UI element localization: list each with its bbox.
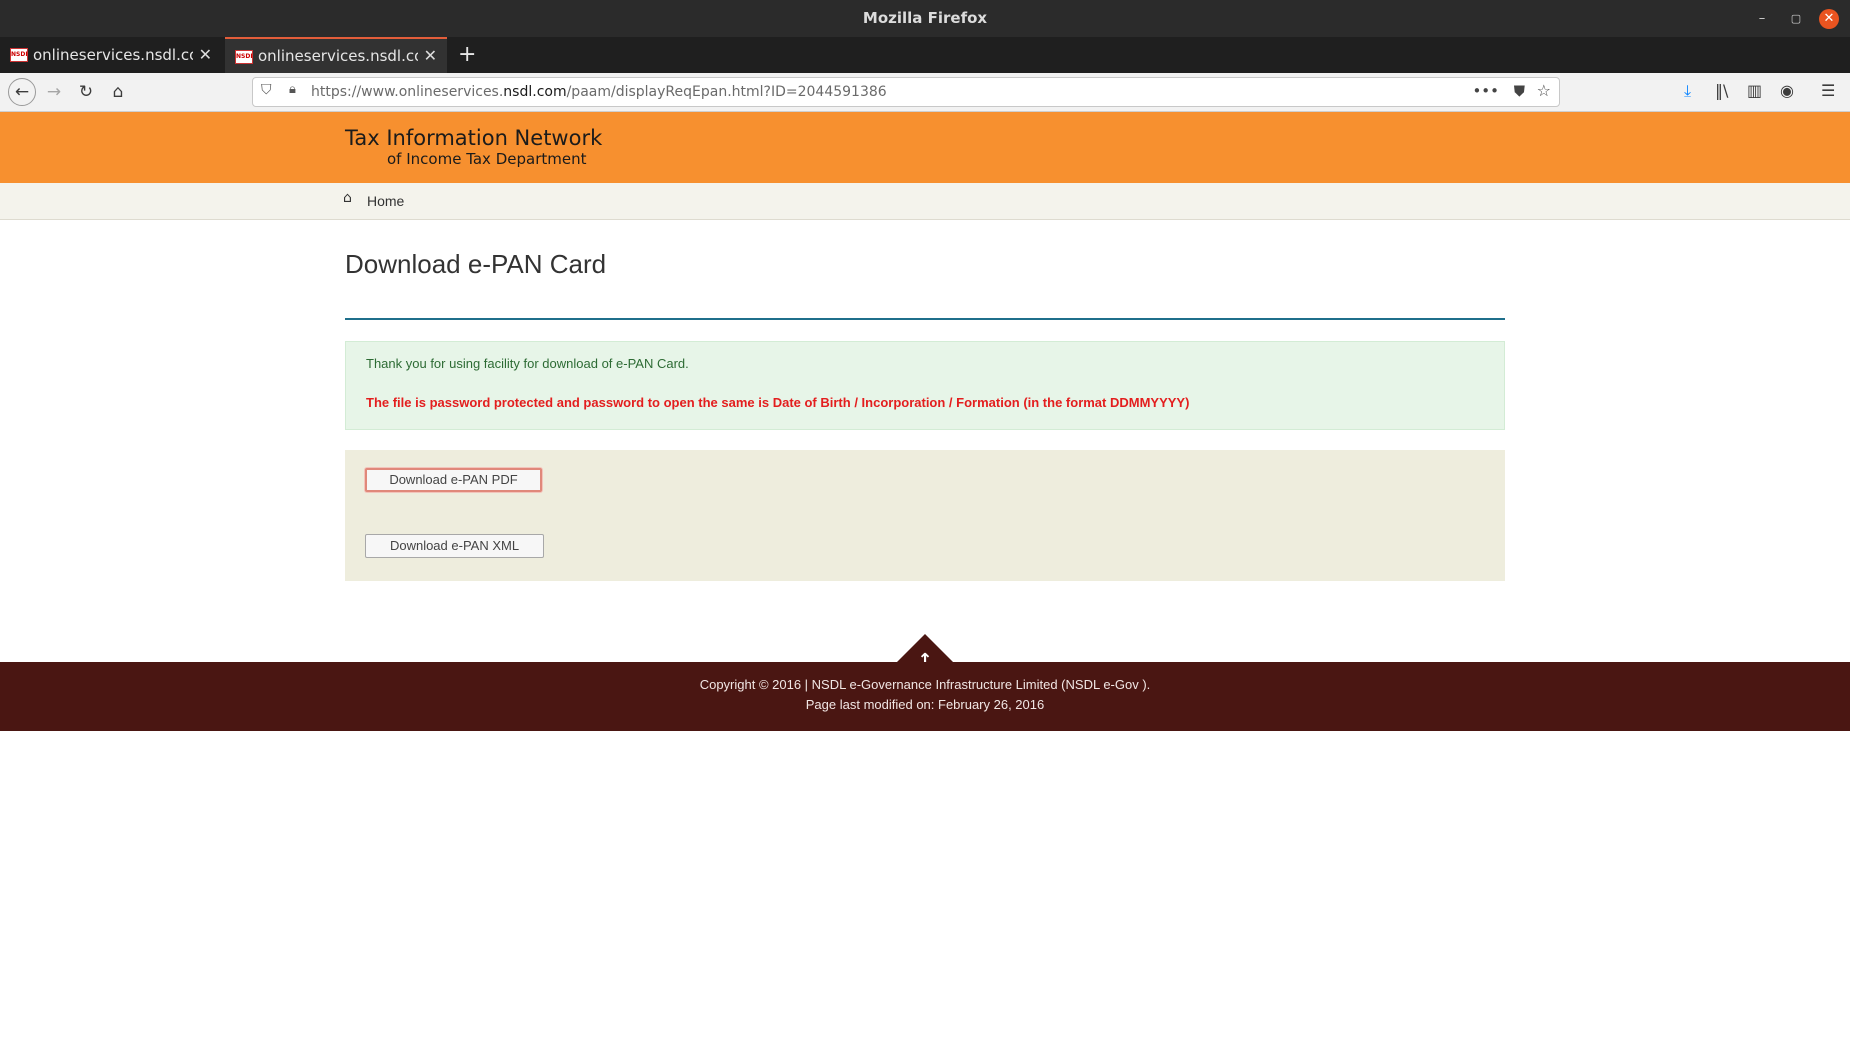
tab-label: onlineservices.nsdl.com/ <box>33 46 193 64</box>
tab-bar: NSDL onlineservices.nsdl.com/ ✕ NSDL onl… <box>0 37 1850 73</box>
lock-icon[interactable]: 🔒︎ <box>289 82 296 97</box>
url-bar[interactable]: ⛉ 🔒︎ https://www.onlineservices.nsdl.com… <box>252 77 1560 107</box>
maximize-icon[interactable]: ▢ <box>1786 9 1806 29</box>
site-brand-title[interactable]: Tax Information Network <box>345 126 602 150</box>
tab-label: onlineservices.nsdl.com/ <box>258 47 418 65</box>
home-link[interactable]: Home <box>367 183 404 219</box>
tab-1[interactable]: NSDL onlineservices.nsdl.com/ ✕ <box>0 37 222 73</box>
site-footer: Copyright © 2016 | NSDL e-Governance Inf… <box>0 662 1850 731</box>
nsdl-favicon-icon: NSDL <box>235 50 253 64</box>
page-title: Download e-PAN Card <box>345 249 607 279</box>
site-header: Tax Information Network of Income Tax De… <box>0 112 1850 183</box>
back-arrow-icon[interactable]: ← <box>8 78 36 106</box>
thanks-message: Thank you for using facility for downloa… <box>366 356 689 371</box>
download-panel: Download e-PAN PDF Download e-PAN XML <box>345 450 1505 581</box>
tab-2-active[interactable]: NSDL onlineservices.nsdl.com/ ✕ <box>225 37 447 73</box>
home-icon[interactable]: ⌂ <box>106 81 130 103</box>
password-notice: The file is password protected and passw… <box>366 395 1190 410</box>
house-icon[interactable]: ⌂ <box>343 190 352 206</box>
minimize-icon[interactable]: – <box>1752 9 1772 29</box>
last-modified-text: Page last modified on: February 26, 2016 <box>805 697 1045 712</box>
web-page: Tax Information Network of Income Tax De… <box>0 112 1850 1055</box>
page-actions-icon[interactable]: ••• <box>1472 82 1499 100</box>
hamburger-menu-icon[interactable]: ☰ <box>1821 81 1835 100</box>
success-notice: Thank you for using facility for downloa… <box>345 341 1505 430</box>
tracking-shield-icon[interactable]: ⛉ <box>261 82 272 98</box>
reload-icon[interactable]: ↻ <box>74 81 98 103</box>
forward-arrow-icon[interactable]: → <box>42 81 66 103</box>
window-title: Mozilla Firefox <box>862 9 988 27</box>
breadcrumb: ⌂ Home <box>0 183 1850 220</box>
title-divider <box>345 318 1505 320</box>
url-text[interactable]: https://www.onlineservices.nsdl.com/paam… <box>311 78 887 106</box>
navigation-toolbar: ← → ↻ ⌂ ⛉ 🔒︎ https://www.onlineservices.… <box>0 73 1850 112</box>
library-icon[interactable]: ‖\ <box>1715 81 1728 100</box>
tab-close-icon[interactable]: ✕ <box>424 39 437 73</box>
download-pdf-button[interactable]: Download e-PAN PDF <box>365 468 542 492</box>
sidebar-icon[interactable]: ▥ <box>1747 81 1762 100</box>
new-tab-icon[interactable]: + <box>458 37 476 73</box>
account-icon[interactable]: ◉ <box>1780 81 1794 100</box>
download-xml-button[interactable]: Download e-PAN XML <box>365 534 544 558</box>
site-brand-subtitle[interactable]: of Income Tax Department <box>387 150 586 168</box>
window-titlebar: Mozilla Firefox – ▢ ✕ <box>0 0 1850 37</box>
bookmark-star-icon[interactable]: ☆ <box>1537 81 1551 100</box>
copyright-text: Copyright © 2016 | NSDL e-Governance Inf… <box>699 677 1151 692</box>
tab-close-icon[interactable]: ✕ <box>199 37 212 73</box>
pocket-icon[interactable]: ⛊ <box>1514 82 1525 100</box>
downloads-icon[interactable]: ⤓ <box>1684 81 1691 101</box>
close-window-icon[interactable]: ✕ <box>1819 9 1839 29</box>
nsdl-favicon-icon: NSDL <box>10 48 28 62</box>
